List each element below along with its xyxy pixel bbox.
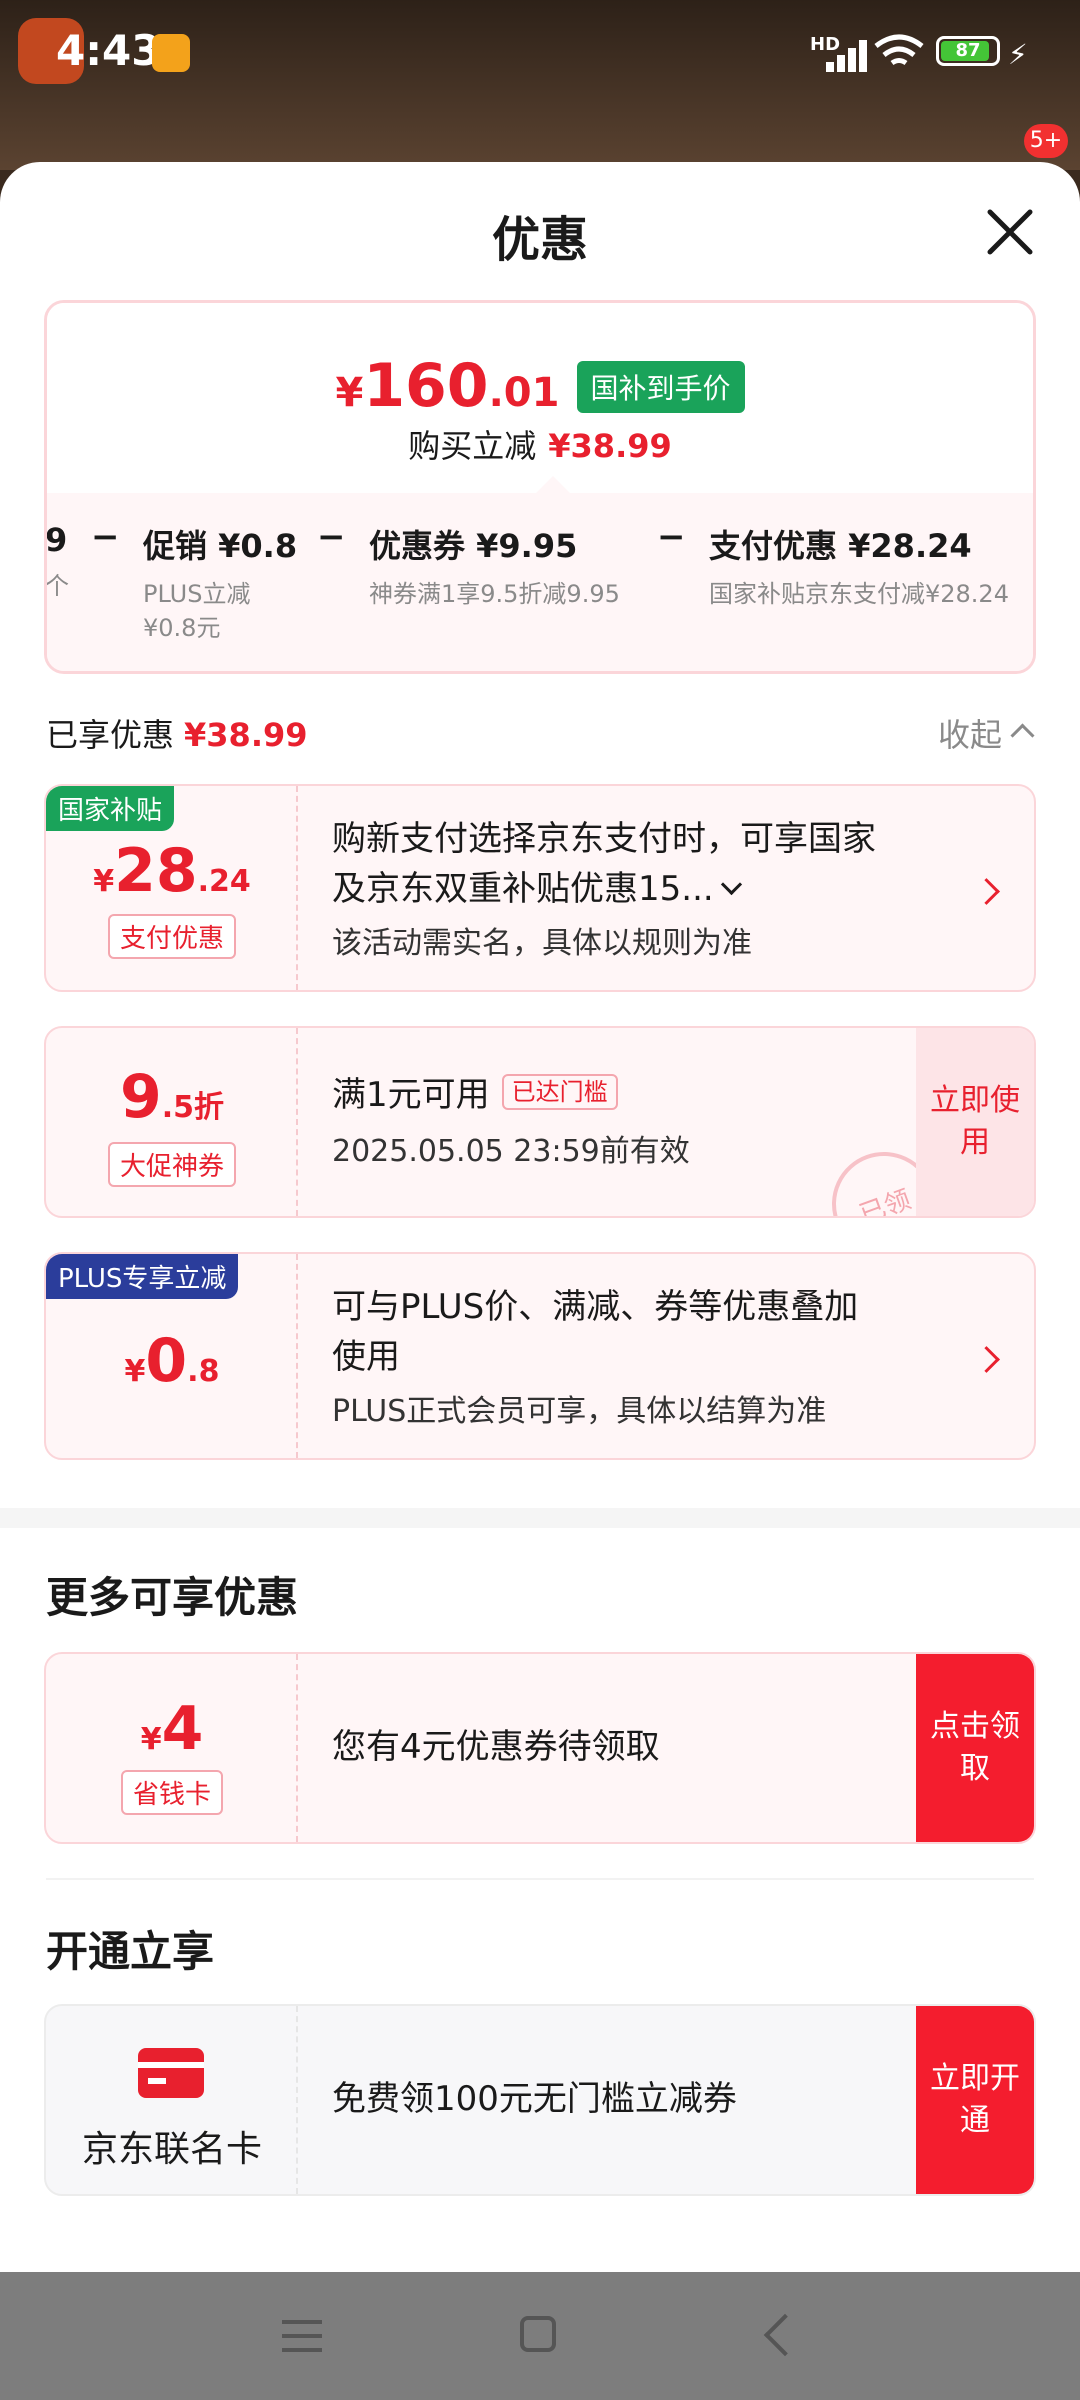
subsidy-ribbon: 国家补贴 xyxy=(46,786,175,831)
breakdown-promo: 促销 ¥0.8 PLUS立减 ¥0.8元 xyxy=(143,527,298,642)
saving-amount: ¥4 xyxy=(140,1694,204,1764)
offer-note: 该活动需实名，具体以规则为准 xyxy=(332,926,752,961)
signal-icon xyxy=(826,38,876,72)
offer-description: 购新支付选择京东支付时，可享国家 及京东双重补贴优惠15... xyxy=(332,819,876,909)
clock: 4:43 xyxy=(56,26,161,75)
offer-card-subsidy[interactable]: 国家补贴 ¥28.24 支付优惠 购新支付选择京东支付时，可享国家 及京东双重补… xyxy=(44,784,1036,992)
jd-card-text: 免费领100元无门槛立减券 xyxy=(332,2079,737,2119)
back-icon[interactable] xyxy=(763,2313,807,2357)
chevron-down-icon[interactable] xyxy=(720,873,742,896)
breakdown-item: 9 个 xyxy=(45,521,69,600)
battery-icon: 87 xyxy=(936,36,1000,66)
chevron-right-icon[interactable] xyxy=(973,1346,1000,1373)
coupon-tag: 大促神券 xyxy=(107,1142,236,1187)
credit-card-icon xyxy=(138,2048,204,2098)
chevron-up-icon xyxy=(1010,723,1035,748)
chevron-right-icon[interactable] xyxy=(973,878,1000,905)
minus-sign: − xyxy=(91,517,120,557)
price-summary: ¥160.01 国补到手价 购买立减 ¥38.99 9 个 − 促销 ¥0.8 P… xyxy=(44,300,1036,674)
plus-amount: ¥0.8 xyxy=(124,1326,220,1396)
status-bar: 4:43 HD 87 ⚡ xyxy=(0,0,1080,110)
breakdown-coupon: 优惠券 ¥9.95 神券满1享9.5折减9.95 xyxy=(369,527,620,608)
offer-card-plus[interactable]: PLUS专享立减 ¥0.8 可与PLUS价、满减、券等优惠叠加 使用 PLUS正… xyxy=(44,1252,1036,1460)
menu-icon[interactable] xyxy=(282,2320,322,2352)
minus-sign: − xyxy=(317,517,346,557)
section-divider xyxy=(0,1508,1080,1528)
more-offers-title: 更多可享优惠 xyxy=(46,1573,299,1622)
discount-breakdown: 9 个 − 促销 ¥0.8 PLUS立减 ¥0.8元 − 优惠券 ¥9.95 神券… xyxy=(45,493,1033,671)
breakdown-payment: 支付优惠 ¥28.24 国家补贴京东支付减¥28.24 xyxy=(709,527,1009,608)
offer-amount: ¥28.24 xyxy=(93,836,251,906)
minus-sign: − xyxy=(657,517,686,557)
coupon-validity: 2025.05.05 23:59前有效 xyxy=(332,1134,690,1169)
saving-card-text: 您有4元优惠券待领取 xyxy=(332,1727,660,1767)
saving-card-tag: 省钱卡 xyxy=(120,1770,223,1815)
threshold-badge: 已达门槛 xyxy=(501,1074,618,1110)
system-nav-bar xyxy=(0,2272,1080,2400)
battery-level: 87 xyxy=(955,40,981,61)
sheet-title: 优惠 xyxy=(491,212,588,268)
open-enjoy-title: 开通立享 xyxy=(46,1927,215,1976)
offer-tag: 支付优惠 xyxy=(107,914,236,959)
jd-card-name: 京东联名卡 xyxy=(81,2129,262,2170)
claim-button[interactable]: 点击领取 xyxy=(916,1654,1034,1842)
close-icon[interactable] xyxy=(982,204,1038,260)
enjoyed-discount: 已享优惠 ¥38.99 xyxy=(46,716,308,754)
use-now-button[interactable]: 立即使用 xyxy=(916,1028,1034,1216)
saving-card-offer: ¥4 省钱卡 您有4元优惠券待领取 点击领取 xyxy=(44,1652,1036,1844)
coupon-discount: 9.5折 xyxy=(119,1062,225,1132)
discount-sheet: 优惠 ¥160.01 国补到手价 购买立减 ¥38.99 9 个 − 促销 ¥0.… xyxy=(0,162,1080,2272)
total-reduction: 购买立减 ¥38.99 xyxy=(408,427,672,465)
final-price: ¥160.01 xyxy=(335,351,560,421)
notes-icon xyxy=(152,34,190,72)
wifi-icon xyxy=(874,34,924,66)
notification-badge: 5+ xyxy=(1024,124,1068,158)
divider-line xyxy=(46,1878,1034,1880)
plus-description: 可与PLUS价、满减、券等优惠叠加 使用 xyxy=(332,1287,859,1377)
jd-card-offer: 京东联名卡 免费领100元无门槛立减券 立即开通 xyxy=(44,2004,1036,2196)
plus-ribbon: PLUS专享立减 xyxy=(46,1254,239,1299)
collapse-button[interactable]: 收起 xyxy=(938,710,1035,756)
open-now-button[interactable]: 立即开通 xyxy=(916,2006,1034,2194)
plus-note: PLUS正式会员可享，具体以结算为准 xyxy=(332,1394,827,1429)
subsidy-price-tag: 国补到手价 xyxy=(576,361,745,413)
coupon-condition: 满1元可用 已达门槛 xyxy=(332,1070,618,1120)
offer-card-coupon: 9.5折 大促神券 满1元可用 已达门槛 2025.05.05 23:59前有效 … xyxy=(44,1026,1036,1218)
charging-icon: ⚡ xyxy=(1008,38,1028,71)
home-icon[interactable] xyxy=(520,2316,556,2352)
